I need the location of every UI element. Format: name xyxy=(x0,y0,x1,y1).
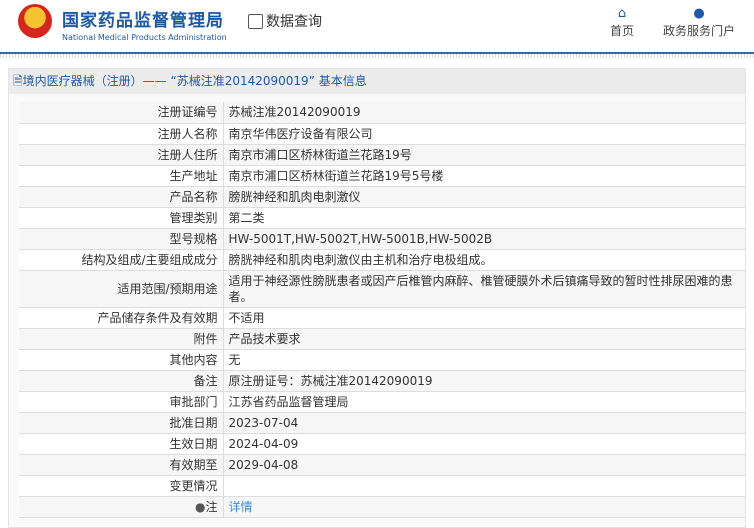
table-row: 变更情况 xyxy=(19,475,745,497)
row-label: 有效期至 xyxy=(19,454,224,476)
row-label: ●注 xyxy=(19,496,224,518)
row-label: 生产地址 xyxy=(19,165,224,187)
nav-home-label: 首页 xyxy=(610,24,635,38)
nav-service-label: 政务服务门户 xyxy=(663,24,736,38)
table-row: 产品名称 膀胱神经和肌肉电刺激仪 xyxy=(19,186,745,208)
pin-icon: ● xyxy=(195,499,206,514)
row-label: 生效日期 xyxy=(19,433,224,455)
row-label: 产品储存条件及有效期 xyxy=(19,307,224,329)
row-value: 2024-04-09 xyxy=(223,433,745,455)
data-query-link[interactable]: 数据查询 xyxy=(248,11,322,31)
row-value: 无 xyxy=(223,349,745,371)
table-row: 生效日期 2024-04-09 xyxy=(19,433,745,455)
row-value: HW-5001T,HW-5002T,HW-5001B,HW-5002B xyxy=(223,228,745,250)
nav-home[interactable]: ⌂ 首页 xyxy=(610,6,634,39)
row-label: 产品名称 xyxy=(19,186,224,208)
table-row: 批准日期 2023-07-04 xyxy=(19,412,745,434)
row-value: 膀胱神经和肌肉电刺激仪由主机和治疗电极组成。 xyxy=(223,249,745,271)
row-value: 南京华伟医疗设备有限公司 xyxy=(223,123,745,145)
row-label: 附件 xyxy=(19,328,224,350)
document-icon: 🗎 xyxy=(13,74,23,88)
table-row: 产品储存条件及有效期 不适用 xyxy=(19,307,745,329)
data-query-label: 数据查询 xyxy=(266,14,322,30)
table-row: 有效期至 2029-04-08 xyxy=(19,454,745,476)
row-label: 管理类别 xyxy=(19,207,224,229)
note-label: 注 xyxy=(205,499,218,514)
row-value: 南京市浦口区桥林街道兰花路19号5号楼 xyxy=(223,165,745,187)
table-row: 其他内容无 xyxy=(19,349,745,371)
row-value xyxy=(223,475,745,497)
table-row: 审批部门 江苏省药品监督管理局 xyxy=(19,391,745,413)
table-row: 适用范围/预期用途 适用于神经源性膀胱患者或因产后椎管内麻醉、椎管硬膜外术后镇痛导… xyxy=(19,270,745,308)
row-label: 备注 xyxy=(19,370,224,392)
nav-service-portal[interactable]: ● 政务服务门户 xyxy=(663,6,735,39)
page-title: 🗎境内医疗器械（注册）—— “苏械注准20142090019” 基本信息 xyxy=(9,69,745,94)
brand[interactable]: 国家药品监督管理局 National Medical Products Admi… xyxy=(62,6,227,42)
details-link[interactable]: 详情 xyxy=(229,500,253,514)
row-label: 变更情况 xyxy=(19,475,224,497)
brand-en: National Medical Products Administration xyxy=(62,33,227,42)
row-value: 南京市浦口区桥林街道兰花路19号 xyxy=(223,144,745,166)
row-label: 注册人住所 xyxy=(19,144,224,166)
search-document-icon xyxy=(248,13,263,29)
user-icon: ● xyxy=(693,6,705,21)
row-value: 第二类 xyxy=(223,207,745,229)
row-value: 苏械注准20142090019 xyxy=(223,102,745,124)
table-row: 型号规格 HW-5001T,HW-5002T,HW-5001B,HW-5002B xyxy=(19,228,745,250)
row-label: 结构及组成/主要组成成分 xyxy=(19,249,224,271)
table-row: 注册证编号 苏械注准20142090019 xyxy=(19,102,745,124)
divider xyxy=(0,54,754,58)
table-row: 注册人住所 南京市浦口区桥林街道兰花路19号 xyxy=(19,144,745,166)
table-row: 结构及组成/主要组成成分 膀胱神经和肌肉电刺激仪由主机和治疗电极组成。 xyxy=(19,249,745,271)
row-label: 注册证编号 xyxy=(19,102,224,124)
detail-panel: 🗎境内医疗器械（注册）—— “苏械注准20142090019” 基本信息 注册证… xyxy=(8,68,746,528)
table-row: 管理类别 第二类 xyxy=(19,207,745,229)
row-label: 适用范围/预期用途 xyxy=(19,270,224,308)
info-table: 注册证编号 苏械注准20142090019 注册人名称 南京华伟医疗设备有限公司 注册人… xyxy=(19,102,745,518)
table-row-note: ●注 详情 xyxy=(19,496,745,518)
row-value: 2029-04-08 xyxy=(223,454,745,476)
site-header: 国家药品监督管理局 National Medical Products Admi… xyxy=(0,0,754,54)
row-value: 江苏省药品监督管理局 xyxy=(223,391,745,413)
table-row: 生产地址 南京市浦口区桥林街道兰花路19号5号楼 xyxy=(19,165,745,187)
row-value: 适用于神经源性膀胱患者或因产后椎管内麻醉、椎管硬膜外术后镇痛导致的暂时性排尿困难… xyxy=(223,270,745,308)
row-value: 产品技术要求 xyxy=(223,328,745,350)
row-label: 批准日期 xyxy=(19,412,224,434)
table-row: 注册人名称 南京华伟医疗设备有限公司 xyxy=(19,123,745,145)
row-value: 原注册证号：苏械注准20142090019 xyxy=(223,370,745,392)
brand-cn: 国家药品监督管理局 xyxy=(62,11,224,31)
table-row: 备注 原注册证号：苏械注准20142090019 xyxy=(19,370,745,392)
row-label: 审批部门 xyxy=(19,391,224,413)
national-emblem-logo xyxy=(18,4,52,38)
home-icon: ⌂ xyxy=(617,6,627,21)
row-value: 膀胱神经和肌肉电刺激仪 xyxy=(223,186,745,208)
row-label: 注册人名称 xyxy=(19,123,224,145)
row-label: 其他内容 xyxy=(19,349,224,371)
table-row: 附件 产品技术要求 xyxy=(19,328,745,350)
row-value: 2023-07-04 xyxy=(223,412,745,434)
row-value: 不适用 xyxy=(223,307,745,329)
page-title-text: 境内医疗器械（注册）—— “苏械注准20142090019” 基本信息 xyxy=(22,74,367,88)
row-label: 型号规格 xyxy=(19,228,224,250)
